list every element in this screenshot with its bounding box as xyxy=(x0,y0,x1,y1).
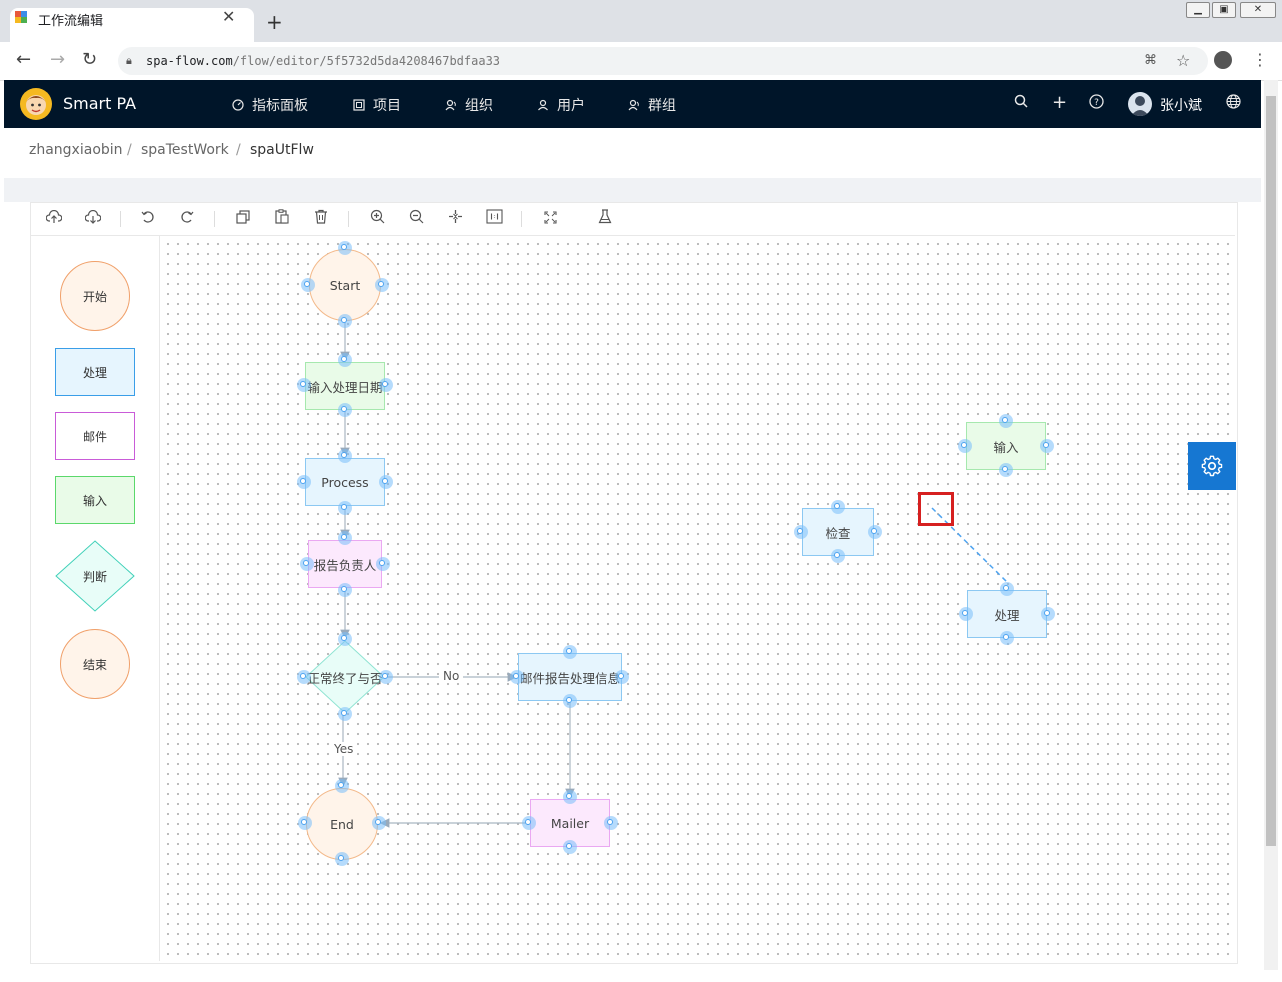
connection-port[interactable] xyxy=(338,501,352,515)
node-end[interactable]: End xyxy=(306,788,378,860)
connection-port[interactable] xyxy=(604,816,618,830)
connection-port[interactable] xyxy=(999,414,1013,428)
connection-port[interactable] xyxy=(375,278,389,292)
connection-port[interactable] xyxy=(338,403,352,417)
scrollbar-thumb[interactable] xyxy=(1266,96,1276,846)
node-process[interactable]: Process xyxy=(305,458,385,506)
connection-port[interactable] xyxy=(563,645,577,659)
connection-port[interactable] xyxy=(297,475,311,489)
connection-port[interactable] xyxy=(563,790,577,804)
connection-port[interactable] xyxy=(1040,439,1054,453)
highlight-box xyxy=(918,492,954,526)
node-decision-label: 正常终了与否 xyxy=(307,670,383,686)
edge-label-yes: Yes xyxy=(330,742,358,756)
gear-icon xyxy=(1201,455,1223,477)
connection-port[interactable] xyxy=(959,607,973,621)
connection-port[interactable] xyxy=(379,378,393,392)
node-decision[interactable]: 正常终了与否 xyxy=(305,640,385,714)
connection-port[interactable] xyxy=(510,670,524,684)
connection-port[interactable] xyxy=(615,670,629,684)
connection-port[interactable] xyxy=(831,549,845,563)
connection-port[interactable] xyxy=(338,314,352,328)
connection-port[interactable] xyxy=(1041,607,1055,621)
node-start[interactable]: Start xyxy=(309,249,381,321)
connection-port[interactable] xyxy=(297,670,311,684)
connection-port[interactable] xyxy=(338,531,352,545)
connection-port[interactable] xyxy=(563,840,577,854)
connection-port[interactable] xyxy=(1000,582,1014,596)
connection-port[interactable] xyxy=(300,557,314,571)
connection-port[interactable] xyxy=(794,525,808,539)
connection-port[interactable] xyxy=(338,632,352,646)
connection-port[interactable] xyxy=(831,500,845,514)
connection-port[interactable] xyxy=(868,525,882,539)
connection-port[interactable] xyxy=(379,670,393,684)
edge-label-no: No xyxy=(439,669,464,683)
connection-port[interactable] xyxy=(335,779,349,793)
connection-port[interactable] xyxy=(999,463,1013,477)
connection-port[interactable] xyxy=(338,707,352,721)
connection-port[interactable] xyxy=(335,852,349,866)
connection-port[interactable] xyxy=(338,449,352,463)
settings-gear-button[interactable] xyxy=(1188,442,1236,490)
connection-port[interactable] xyxy=(338,353,352,367)
connection-port[interactable] xyxy=(338,583,352,597)
connection-port[interactable] xyxy=(522,816,536,830)
connection-port[interactable] xyxy=(958,439,972,453)
connection-port[interactable] xyxy=(338,241,352,255)
flow-edges xyxy=(338,322,1008,828)
connection-port[interactable] xyxy=(301,278,315,292)
connection-port[interactable] xyxy=(1000,631,1014,645)
connection-port[interactable] xyxy=(379,475,393,489)
connection-port[interactable] xyxy=(372,816,386,830)
connection-port[interactable] xyxy=(563,694,577,708)
connection-port[interactable] xyxy=(376,557,390,571)
connection-port[interactable] xyxy=(297,378,311,392)
node-report-owner[interactable]: 报告负责人 xyxy=(308,540,382,588)
connection-port[interactable] xyxy=(298,816,312,830)
